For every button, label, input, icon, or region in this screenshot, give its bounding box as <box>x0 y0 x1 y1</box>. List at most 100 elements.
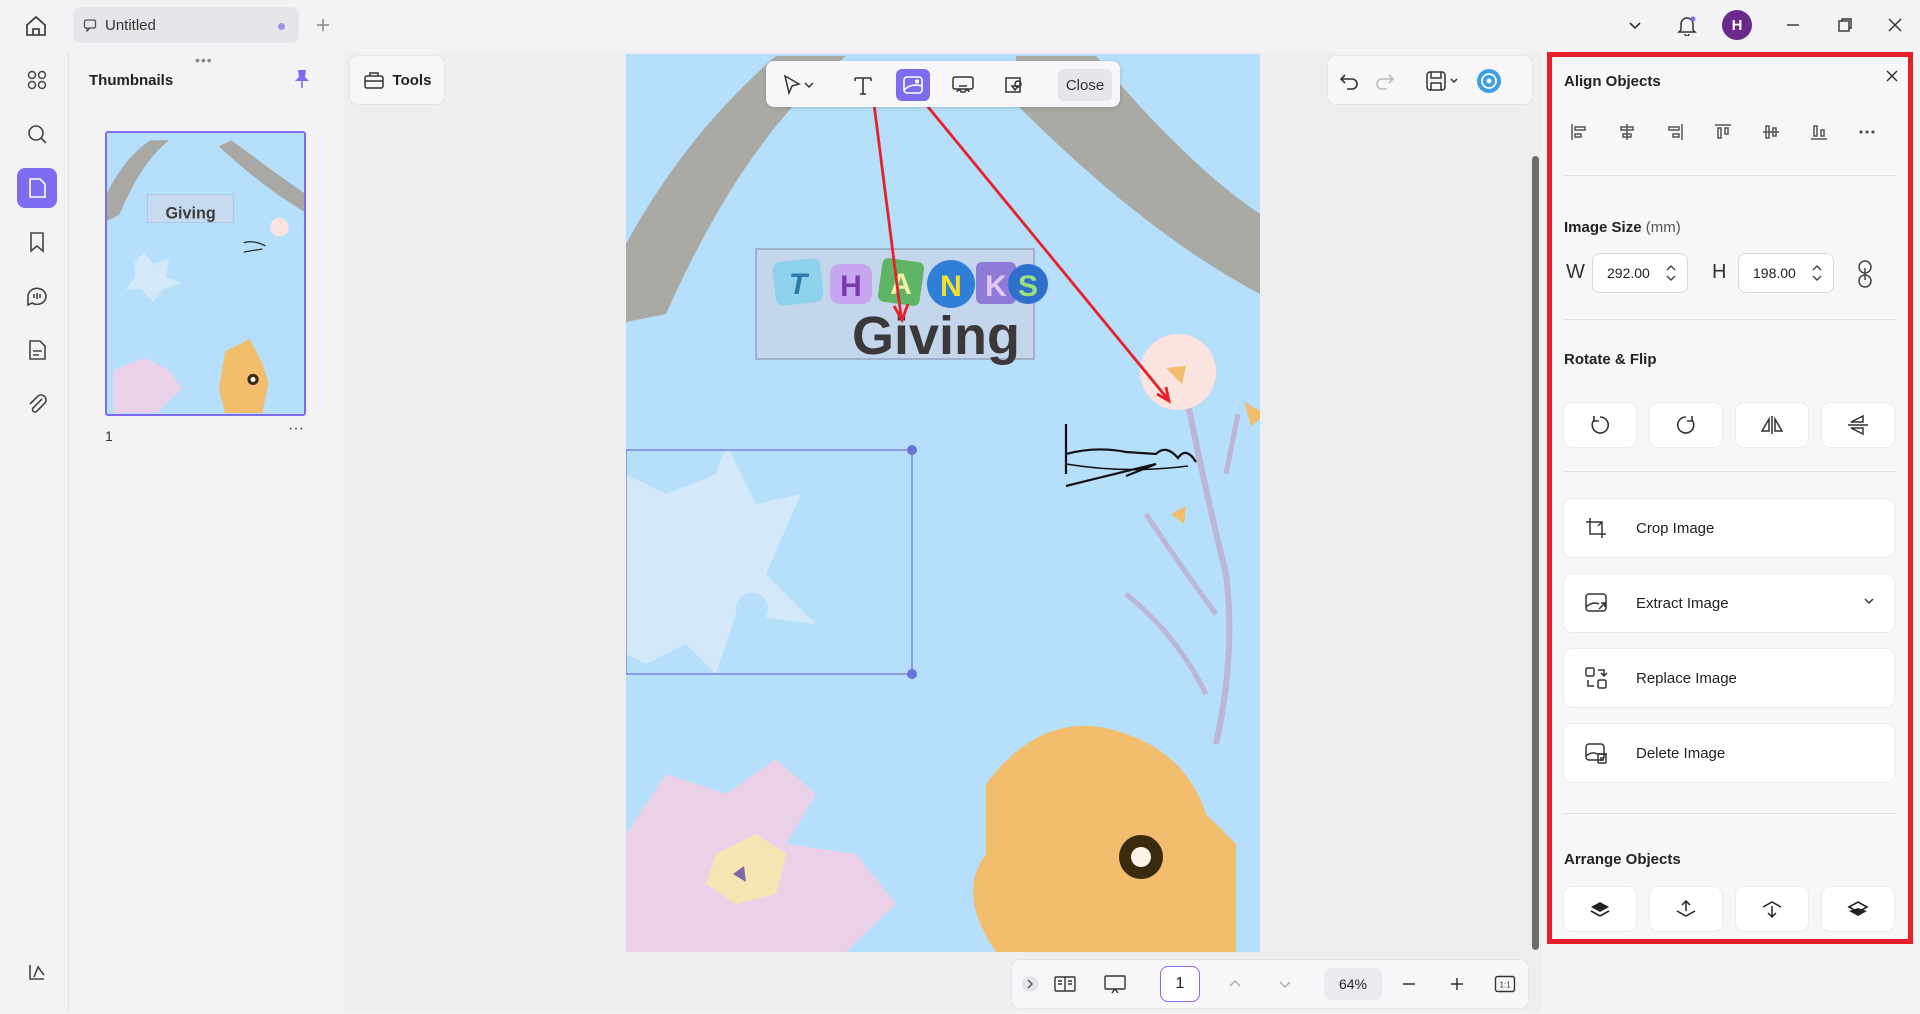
rail-search-button[interactable] <box>17 114 57 154</box>
crop-image-label: Crop Image <box>1636 519 1715 537</box>
rail-attachments-button[interactable] <box>17 384 57 424</box>
crop-icon <box>1586 518 1606 538</box>
zoom-out-button[interactable] <box>1396 971 1422 997</box>
restore-button[interactable] <box>1832 12 1858 38</box>
thumbnails-title: Thumbnails <box>89 72 174 89</box>
panel-drag-handle[interactable]: ••• <box>195 52 213 68</box>
add-text-button[interactable] <box>846 69 880 101</box>
zoom-in-button[interactable] <box>1444 971 1470 997</box>
plus-icon <box>1451 978 1463 990</box>
image-size-title: Image Size (mm) <box>1564 219 1681 236</box>
home-icon <box>26 15 46 36</box>
more-icon <box>1859 130 1875 134</box>
more-align-button[interactable] <box>1854 119 1880 145</box>
page-number-label: 1 <box>105 428 113 444</box>
align-middle-button[interactable] <box>1758 119 1784 145</box>
new-tab-button[interactable] <box>312 14 334 36</box>
divider <box>1564 471 1896 472</box>
zoom-level[interactable]: 64% <box>1324 968 1382 1000</box>
stepper-icon[interactable] <box>1811 262 1823 284</box>
height-input[interactable]: 198.00 <box>1738 253 1834 293</box>
flip-vertical-icon <box>1848 414 1868 436</box>
add-image-button[interactable] <box>896 69 930 101</box>
next-page-button[interactable] <box>1272 971 1298 997</box>
crop-image-button[interactable]: Crop Image <box>1564 499 1894 557</box>
annotation-arrows <box>872 101 1172 404</box>
rotate-right-icon <box>1676 416 1695 434</box>
add-link-button[interactable] <box>946 69 980 101</box>
thumbnails-panel: ••• Thumbnails Giving 1 ··· <box>68 52 340 1012</box>
page-more-button[interactable]: ··· <box>288 420 304 438</box>
rail-comments-button[interactable] <box>17 276 57 316</box>
page-thumbnail[interactable]: Giving <box>105 131 306 416</box>
align-center-h-button[interactable] <box>1614 119 1640 145</box>
align-bottom-button[interactable] <box>1806 119 1832 145</box>
height-label: H <box>1712 261 1727 283</box>
close-panel-button[interactable] <box>1886 69 1898 85</box>
rail-thumbnails-button[interactable] <box>17 168 57 208</box>
page-layout-button[interactable] <box>1052 971 1078 997</box>
replace-icon <box>1585 667 1608 689</box>
redo-button[interactable] <box>1372 68 1398 94</box>
select-tool-button[interactable] <box>774 69 822 101</box>
close-icon <box>1886 70 1898 82</box>
width-input[interactable]: 292.00 <box>1592 253 1688 293</box>
close-window-button[interactable] <box>1882 12 1908 38</box>
undo-icon <box>1339 74 1358 90</box>
actual-size-button[interactable]: 1:1 <box>1492 971 1518 997</box>
tools-button[interactable]: Tools <box>350 56 444 104</box>
send-backward-button[interactable] <box>1736 887 1808 931</box>
align-left-icon <box>1571 124 1586 140</box>
undo-button[interactable] <box>1336 68 1362 94</box>
tabs-dropdown-button[interactable] <box>1622 12 1648 38</box>
align-top-icon <box>1715 124 1731 139</box>
plus-icon <box>317 19 329 31</box>
stepper-icon[interactable] <box>1665 262 1677 284</box>
rail-apps-button[interactable] <box>17 60 57 100</box>
home-button[interactable] <box>22 12 50 40</box>
current-page-input[interactable]: 1 <box>1160 966 1200 1002</box>
vertical-scrollbar[interactable] <box>1532 156 1539 950</box>
extract-icon <box>1585 593 1607 612</box>
presentation-button[interactable] <box>1102 971 1128 997</box>
extract-image-button[interactable]: Extract Image <box>1564 574 1894 632</box>
notifications-button[interactable] <box>1674 12 1700 38</box>
ai-assistant-button[interactable] <box>1476 68 1502 94</box>
flip-horizontal-button[interactable] <box>1736 403 1808 447</box>
send-backward-icon <box>1762 901 1782 919</box>
pdf-page[interactable]: T H A N K S Giving <box>626 54 1260 952</box>
document-tab[interactable]: Untitled <box>73 7 299 43</box>
save-button[interactable] <box>1424 68 1464 94</box>
bring-to-front-button[interactable] <box>1564 887 1636 931</box>
align-top-button[interactable] <box>1710 119 1736 145</box>
pin-panel-button[interactable] <box>293 68 311 93</box>
rail-forms-button[interactable] <box>17 330 57 370</box>
redo-icon <box>1376 74 1395 90</box>
align-bottom-icon <box>1811 125 1827 140</box>
expand-bar-button[interactable] <box>1020 971 1040 997</box>
previous-page-button[interactable] <box>1222 971 1248 997</box>
align-left-button[interactable] <box>1566 119 1592 145</box>
bookmark-icon <box>30 232 44 253</box>
minimize-button[interactable] <box>1780 12 1806 38</box>
bring-to-front-icon <box>1590 902 1610 917</box>
bring-forward-button[interactable] <box>1650 887 1722 931</box>
tools-label: Tools <box>392 71 432 89</box>
rail-settings-button[interactable] <box>17 952 57 992</box>
delete-image-button[interactable]: Delete Image <box>1564 724 1894 782</box>
rotate-right-button[interactable] <box>1650 403 1722 447</box>
add-stamp-button[interactable] <box>996 69 1030 101</box>
replace-image-button[interactable]: Replace Image <box>1564 649 1894 707</box>
align-right-button[interactable] <box>1662 119 1688 145</box>
cursor-icon <box>783 74 814 96</box>
lock-aspect-ratio-button[interactable] <box>1856 259 1874 292</box>
send-to-back-button[interactable] <box>1822 887 1894 931</box>
left-rail <box>8 52 66 1012</box>
rail-bookmarks-button[interactable] <box>17 222 57 262</box>
comments-icon <box>27 287 47 307</box>
close-edit-button[interactable]: Close <box>1058 69 1112 101</box>
user-avatar[interactable]: H <box>1722 10 1752 40</box>
rotate-left-button[interactable] <box>1564 403 1636 447</box>
link-icon <box>952 76 974 93</box>
flip-vertical-button[interactable] <box>1822 403 1894 447</box>
